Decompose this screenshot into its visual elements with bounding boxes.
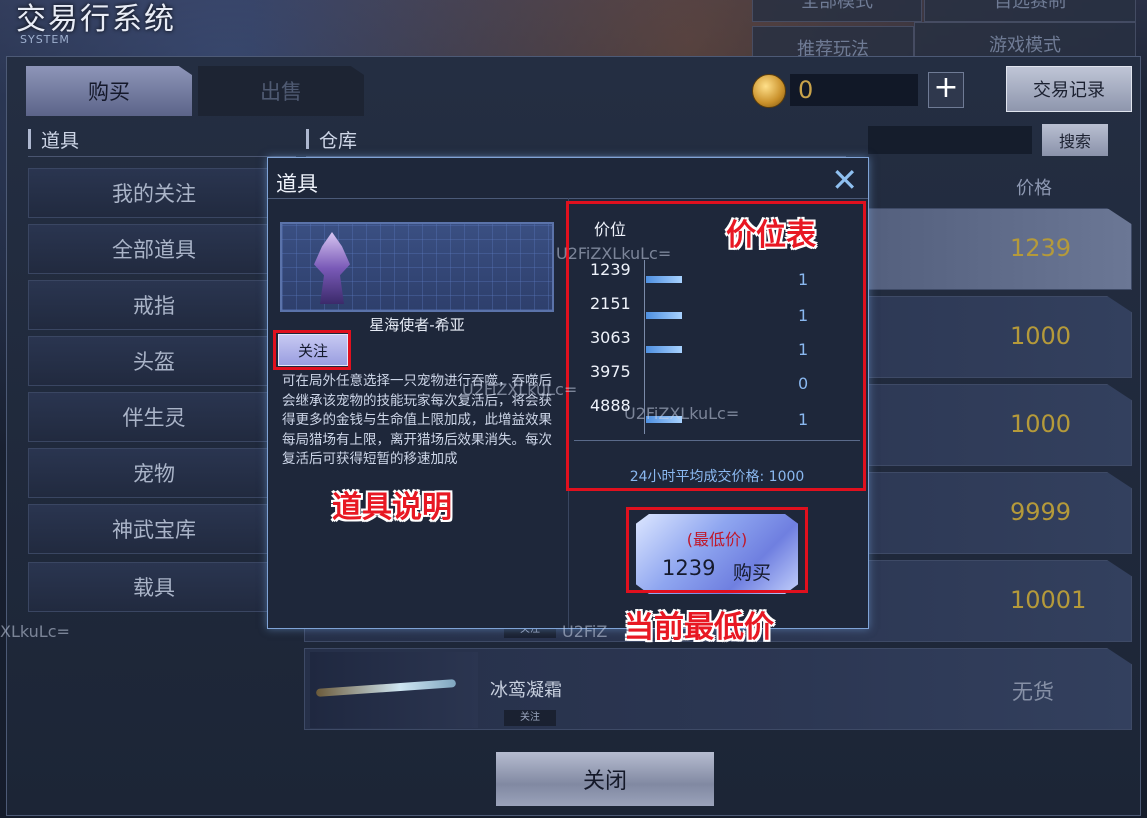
gold-coin-icon xyxy=(752,74,786,108)
header-bar xyxy=(306,129,309,149)
system-subtitle: SYSTEM xyxy=(20,33,70,46)
top-tab-custom[interactable]: 自选赛制 xyxy=(924,0,1136,22)
close-button[interactable]: 关闭 xyxy=(496,752,714,806)
annotation-lowest-price-label: 当前最低价 xyxy=(624,610,774,645)
category-pets[interactable]: 宠物 xyxy=(28,448,280,498)
row-price: 10001 xyxy=(1010,586,1087,614)
category-companions[interactable]: 伴生灵 xyxy=(28,392,280,442)
row-price: 1000 xyxy=(1010,322,1072,350)
watermark: U2FiZXLkuLc= xyxy=(556,244,672,263)
search-button[interactable]: 搜索 xyxy=(1042,124,1108,156)
watermark: XLkuLc= xyxy=(0,622,70,641)
item-card xyxy=(280,222,554,312)
watermark: U2FiZXLkuLc= xyxy=(462,380,578,399)
top-tab-all-modes[interactable]: 全部模式 xyxy=(752,0,922,22)
row-price: 1239 xyxy=(1010,234,1072,262)
category-helmets[interactable]: 头盔 xyxy=(28,336,280,386)
left-panel-title: 道具 xyxy=(41,129,80,152)
watermark: U2FiZXLkuLc= xyxy=(624,404,740,423)
annotation-item-desc-label: 道具说明 xyxy=(332,490,452,525)
category-vehicles[interactable]: 载具 xyxy=(28,562,280,612)
search-input[interactable] xyxy=(868,126,1032,154)
row-price: 9999 xyxy=(1010,498,1072,526)
trade-record-button[interactable]: 交易记录 xyxy=(1006,66,1132,112)
category-rings[interactable]: 戒指 xyxy=(28,280,280,330)
left-panel-header: 道具 xyxy=(28,122,296,157)
annotation-follow-box xyxy=(273,330,351,370)
category-divine-treasury[interactable]: 神武宝库 xyxy=(28,504,280,554)
header-bar xyxy=(28,129,31,149)
annotation-buy-box xyxy=(626,507,808,593)
price-column-header: 价格 xyxy=(1016,178,1052,199)
item-name: 冰鸾凝霜 xyxy=(490,680,562,701)
annotation-price-table-label: 价位表 xyxy=(726,218,816,253)
modal-title: 道具 xyxy=(276,172,318,196)
category-all-items[interactable]: 全部道具 xyxy=(28,224,280,274)
row-price: 无货 xyxy=(1012,680,1054,704)
character-icon xyxy=(314,232,350,304)
watermark: U2FiZ xyxy=(562,622,608,641)
add-currency-button[interactable]: + xyxy=(928,72,964,108)
right-panel-title: 仓库 xyxy=(319,129,358,152)
follow-chip[interactable]: 关注 xyxy=(504,710,556,726)
category-my-follows[interactable]: 我的关注 xyxy=(28,168,280,218)
row-price: 1000 xyxy=(1010,410,1072,438)
right-panel-header: 仓库 xyxy=(306,122,846,157)
close-icon[interactable]: ✕ xyxy=(831,162,858,198)
tab-sell[interactable]: 出售 xyxy=(198,66,364,116)
tab-buy[interactable]: 购买 xyxy=(26,66,192,116)
currency-amount: 0 xyxy=(790,74,918,106)
